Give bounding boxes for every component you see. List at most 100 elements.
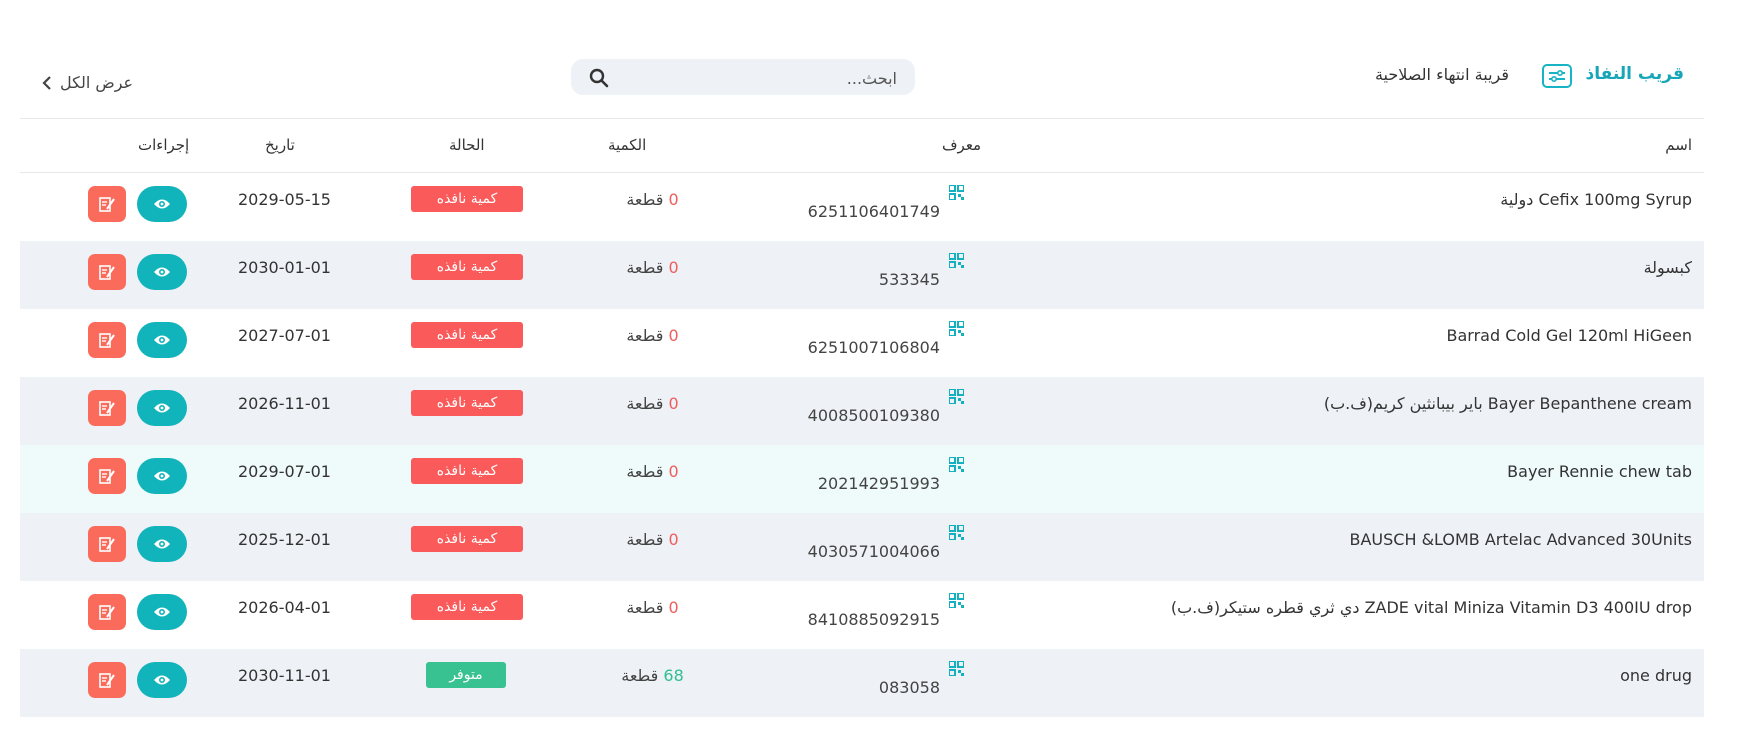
header-divider — [20, 118, 1704, 119]
edit-icon — [99, 469, 115, 484]
eye-icon — [154, 607, 170, 617]
quantity-unit: قطعة — [626, 598, 664, 617]
qr-code-icon[interactable] — [948, 592, 965, 612]
item-quantity: 68 قطعة — [590, 666, 715, 685]
item-id: 6251007106804 — [807, 338, 940, 357]
edit-button[interactable] — [88, 390, 126, 426]
item-name[interactable]: BAUSCH &LOMB Artelac Advanced 30Units — [1349, 530, 1692, 549]
item-id: 4008500109380 — [807, 406, 940, 425]
tab-near-depletion[interactable]: قريب النفاذ — [1586, 64, 1685, 84]
item-quantity: 0 قطعة — [590, 598, 715, 617]
status-badge: متوفر — [426, 662, 506, 688]
item-date: 2029-07-01 — [238, 462, 331, 481]
edit-button[interactable] — [88, 254, 126, 290]
quantity-unit: قطعة — [626, 258, 664, 277]
edit-button[interactable] — [88, 458, 126, 494]
table-header: اسم معرف الكمية الحالة تاريخ إجراءات — [20, 120, 1704, 172]
view-button[interactable] — [137, 186, 187, 222]
view-button[interactable] — [137, 254, 187, 290]
chevron-left-icon — [42, 75, 51, 90]
item-name[interactable]: كبسولة — [1644, 258, 1692, 277]
item-name[interactable]: Barrad Cold Gel 120ml HiGeen — [1447, 326, 1692, 345]
status-badge: كمية نافذه — [411, 322, 523, 348]
edit-button[interactable] — [88, 594, 126, 630]
edit-icon — [99, 537, 115, 552]
edit-icon — [99, 605, 115, 620]
search-input[interactable] — [635, 65, 899, 91]
quantity-unit: قطعة — [626, 394, 664, 413]
item-quantity: 0 قطعة — [590, 530, 715, 549]
quantity-value: 0 — [668, 462, 679, 481]
item-name[interactable]: Bayer Bepanthene cream باير بيبانثين كري… — [1324, 394, 1692, 413]
eye-icon — [154, 403, 170, 413]
qr-code-icon[interactable] — [948, 252, 965, 272]
eye-icon — [154, 199, 170, 209]
status-badge: كمية نافذه — [411, 186, 523, 212]
view-button[interactable] — [137, 662, 187, 698]
edit-button[interactable] — [88, 322, 126, 358]
item-quantity: 0 قطعة — [590, 326, 715, 345]
col-qty: الكمية — [608, 136, 647, 154]
table-row: كبسولة 533345 0 قطعة كمية نافذه 2030-01-… — [20, 241, 1704, 309]
item-name[interactable]: ZADE vital Miniza Vitamin D3 400IU drop … — [1171, 598, 1692, 617]
item-id: 083058 — [878, 678, 940, 697]
status-badge: كمية نافذه — [411, 254, 523, 280]
view-button[interactable] — [137, 594, 187, 630]
item-quantity: 0 قطعة — [590, 462, 715, 481]
edit-button[interactable] — [88, 662, 126, 698]
eye-icon — [154, 267, 170, 277]
quantity-value: 0 — [668, 258, 679, 277]
status-badge: كمية نافذه — [411, 390, 523, 416]
view-all-link[interactable]: عرض الكل — [42, 73, 133, 92]
quantity-value: 0 — [668, 326, 679, 345]
view-all-label: عرض الكل — [60, 73, 134, 92]
quantity-value: 0 — [668, 190, 679, 209]
quantity-unit: قطعة — [626, 530, 664, 549]
edit-icon — [99, 333, 115, 348]
edit-button[interactable] — [88, 186, 126, 222]
sliders-icon[interactable] — [1542, 64, 1572, 88]
qr-code-icon[interactable] — [948, 388, 965, 408]
edit-button[interactable] — [88, 526, 126, 562]
item-date: 2030-11-01 — [238, 666, 331, 685]
item-name[interactable]: one drug — [1620, 666, 1692, 685]
item-quantity: 0 قطعة — [590, 394, 715, 413]
qr-code-icon[interactable] — [948, 660, 965, 680]
item-date: 2026-11-01 — [238, 394, 331, 413]
eye-icon — [154, 471, 170, 481]
item-date: 2029-05-15 — [238, 190, 331, 209]
table-row: one drug 083058 68 قطعة متوفر 2030-11-01 — [20, 649, 1704, 717]
item-date: 2026-04-01 — [238, 598, 331, 617]
quantity-value: 0 — [668, 530, 679, 549]
qr-code-icon[interactable] — [948, 184, 965, 204]
view-button[interactable] — [137, 458, 187, 494]
qr-code-icon[interactable] — [948, 456, 965, 476]
quantity-value: 0 — [668, 598, 679, 617]
item-quantity: 0 قطعة — [590, 258, 715, 277]
item-name[interactable]: Bayer Rennie chew tab — [1507, 462, 1692, 481]
item-date: 2027-07-01 — [238, 326, 331, 345]
view-button[interactable] — [137, 322, 187, 358]
view-button[interactable] — [137, 390, 187, 426]
edit-icon — [99, 265, 115, 280]
search-box — [571, 59, 915, 95]
quantity-value: 68 — [663, 666, 684, 685]
col-actions: إجراءات — [138, 136, 190, 154]
search-icon[interactable] — [589, 68, 609, 92]
qr-code-icon[interactable] — [948, 524, 965, 544]
col-date: تاريخ — [265, 136, 295, 154]
edit-icon — [99, 197, 115, 212]
table-row: ZADE vital Miniza Vitamin D3 400IU drop … — [20, 581, 1704, 649]
tab-near-expiry[interactable]: قريبة انتهاء الصلاحية — [1375, 65, 1509, 84]
quantity-unit: قطعة — [621, 666, 659, 685]
edit-icon — [99, 673, 115, 688]
eye-icon — [154, 539, 170, 549]
col-name: اسم — [1665, 136, 1692, 154]
item-id: 4030571004066 — [807, 542, 940, 561]
col-status: الحالة — [449, 136, 485, 154]
item-name[interactable]: Cefix 100mg Syrup دولية — [1500, 190, 1692, 209]
table-row: Cefix 100mg Syrup دولية 6251106401749 0 … — [20, 173, 1704, 241]
quantity-unit: قطعة — [626, 326, 664, 345]
view-button[interactable] — [137, 526, 187, 562]
qr-code-icon[interactable] — [948, 320, 965, 340]
